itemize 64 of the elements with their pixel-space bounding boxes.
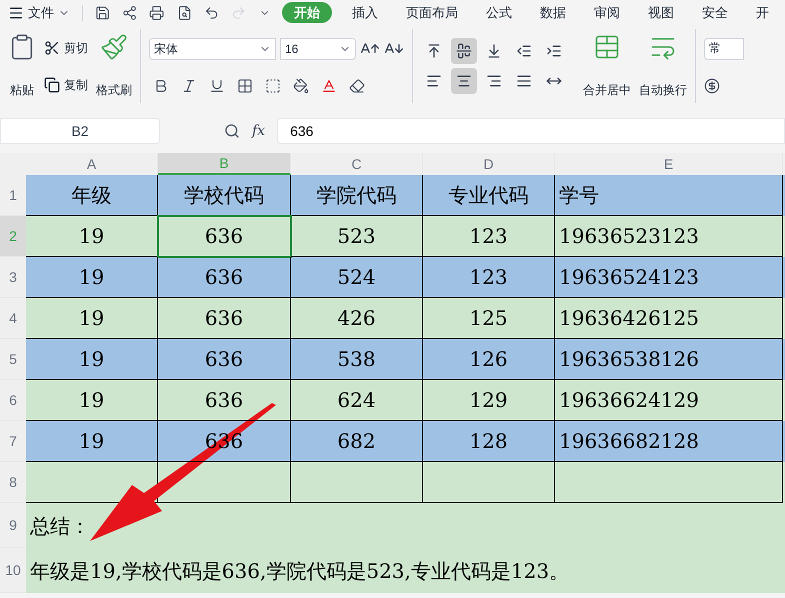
row-header[interactable]: 10 [0,548,26,593]
font-color-icon[interactable] [321,78,337,94]
row-header[interactable]: 1 [0,175,26,216]
number-format-field[interactable]: 常 [704,38,744,60]
cut-button[interactable]: 剪切 [44,38,88,56]
save-icon[interactable] [94,4,110,20]
row-header[interactable]: 8 [0,462,26,503]
border-icon[interactable] [237,78,253,94]
align-icon [546,43,562,59]
align-icon [486,43,502,59]
align-icon [456,73,472,89]
note-text: 年级是19,学校代码是636,学院代码是523,专业代码是123。 [29,558,570,584]
printer-icon[interactable] [149,4,165,20]
format-painter-button[interactable]: 格式刷 [96,29,132,103]
name-box[interactable]: B2 [0,118,160,144]
align-button[interactable] [451,38,477,64]
paintbrush-icon [100,33,128,61]
ribbon-tab[interactable]: 页面布局 [398,2,466,22]
row-header[interactable]: 4 [0,298,26,339]
search-icon[interactable] [224,123,240,139]
row-header[interactable]: 6 [0,380,26,421]
currency-icon[interactable] [704,78,720,94]
row-header[interactable]: 9 [0,503,26,548]
merge-icon [593,33,621,61]
paste-button[interactable]: 粘贴 [8,29,36,103]
copy-button[interactable]: 复制 [44,76,88,94]
formula-field[interactable]: 636 [277,118,785,144]
align-icon [486,73,502,89]
fx-label: fx [252,122,266,140]
fill-color-icon[interactable] [293,78,309,94]
scissors-icon [44,40,60,56]
font-size-field[interactable]: 16 [280,38,356,60]
table-cell: 636 [158,216,291,257]
copy-icon [44,76,60,92]
ribbon-tab[interactable]: 公式 [478,2,520,22]
align-button[interactable] [451,68,477,94]
align-icon [516,73,532,89]
underline-icon[interactable] [209,78,225,94]
menu-icon [8,4,24,20]
row-header[interactable]: 5 [0,339,26,380]
italic-icon[interactable] [181,78,197,94]
ribbon-tab[interactable]: 数据 [532,2,574,22]
align-icon [456,43,472,59]
ribbon-tab[interactable]: 插入 [344,2,386,22]
align-icon [426,73,442,89]
align-icon [426,43,442,59]
file-menu[interactable]: 文件 [8,2,70,22]
row-header[interactable]: 7 [0,421,26,462]
undo-icon[interactable] [204,4,220,20]
ribbon-tab[interactable]: 视图 [640,2,682,22]
note-text: 总结： [29,512,90,540]
eraser-icon[interactable] [349,78,365,94]
preview-icon[interactable] [176,4,192,20]
ribbon-tab[interactable]: 开 [748,2,777,22]
ribbon-tab[interactable]: 审阅 [586,2,628,22]
row-header[interactable]: 3 [0,257,26,298]
share-icon[interactable] [122,4,138,20]
align-icon [516,43,532,59]
wrap-text-button[interactable]: 自动换行 [639,29,687,103]
merge-center-button[interactable]: 合并居中 [583,29,631,103]
font-field[interactable]: 宋体 [149,38,276,60]
ribbon-tab[interactable]: 安全 [694,2,736,22]
cell-style-icon[interactable] [265,78,281,94]
header-cell: 学校代码 [158,175,291,216]
